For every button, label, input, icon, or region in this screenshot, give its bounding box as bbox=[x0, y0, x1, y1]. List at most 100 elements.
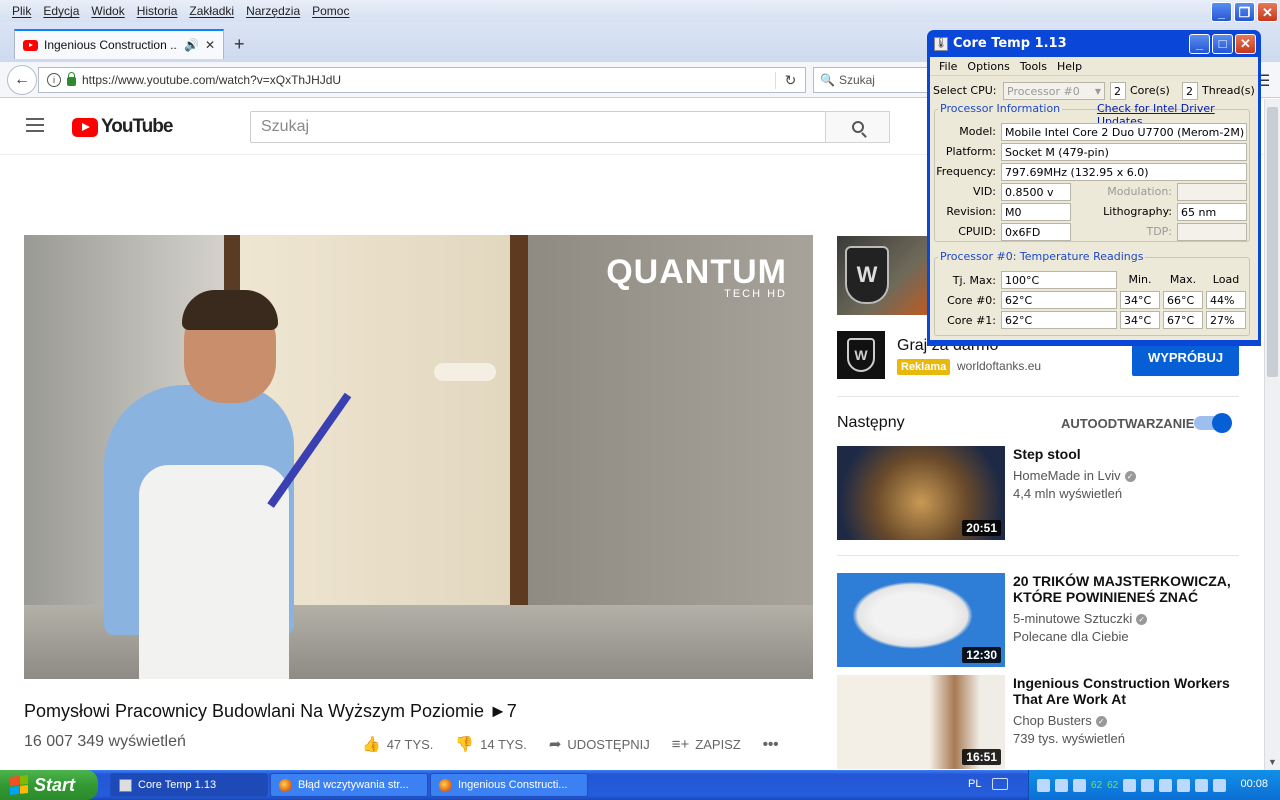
taskbar: Start Core Temp 1.13 Błąd wczytywania st… bbox=[0, 770, 1280, 800]
language-indicator[interactable]: PL bbox=[968, 778, 981, 790]
minimize-button[interactable]: _ bbox=[1211, 2, 1232, 22]
save-label: ZAPISZ bbox=[695, 736, 741, 752]
autoplay-toggle[interactable] bbox=[1194, 413, 1232, 433]
browser-tab-youtube[interactable]: Ingenious Construction ... 🔊 ✕ bbox=[14, 29, 224, 59]
coretemp-titlebar[interactable]: 🌡 Core Temp 1.13 _ □ ✕ bbox=[930, 30, 1258, 57]
reload-icon[interactable]: ↻ bbox=[775, 71, 805, 89]
display-icon[interactable] bbox=[1073, 778, 1086, 792]
dislike-count: 14 TYS. bbox=[480, 736, 527, 752]
save-button[interactable]: ≡+ ZAPISZ bbox=[672, 736, 741, 753]
thumbs-down-icon: 👎 bbox=[455, 736, 475, 753]
menu-pomoc[interactable]: Pomoc bbox=[306, 4, 355, 18]
recommendation-thumbnail[interactable]: 20:51 bbox=[837, 446, 1005, 540]
url-text[interactable]: https://www.youtube.com/watch?v=xQxThJHJ… bbox=[82, 73, 769, 87]
recommendation-title[interactable]: Step stool bbox=[1013, 446, 1233, 462]
menu-plik[interactable]: Plik bbox=[6, 4, 37, 18]
video-player[interactable]: QUANTUM TECH HD bbox=[24, 235, 813, 679]
youtube-search-input[interactable]: Szukaj bbox=[250, 111, 826, 143]
security-icon[interactable] bbox=[1055, 778, 1068, 792]
cpuid-label: CPUID: bbox=[958, 225, 996, 238]
recommendation-channel: 5-minutowe Sztuczki ✓ bbox=[1013, 611, 1148, 626]
url-bar[interactable]: i https://www.youtube.com/watch?v=xQxThJ… bbox=[38, 67, 806, 93]
taskbar-item-firefox-error[interactable]: Błąd wczytywania str... bbox=[270, 773, 428, 797]
system-tray: 62 62 00:08 bbox=[1028, 770, 1280, 800]
vid-value: 0.8500 v bbox=[1001, 183, 1071, 201]
like-button[interactable]: 👍 47 TYS. bbox=[362, 735, 433, 753]
volume-icon[interactable] bbox=[1195, 778, 1209, 792]
recommendation-thumbnail[interactable]: 12:30 bbox=[837, 573, 1005, 667]
wifi-icon[interactable] bbox=[1177, 778, 1191, 792]
close-button[interactable]: ✕ bbox=[1257, 2, 1278, 22]
menu-narzedzia[interactable]: Narzędzia bbox=[240, 4, 306, 18]
processor-select[interactable]: Processor #0 ▼ bbox=[1003, 82, 1105, 100]
ad-thumbnail[interactable]: W bbox=[837, 236, 932, 315]
keyboard-icon[interactable] bbox=[992, 778, 1008, 790]
page-scrollbar[interactable]: ▼ bbox=[1264, 99, 1280, 770]
scrollbar-thumb[interactable] bbox=[1267, 107, 1278, 377]
network-icon[interactable] bbox=[1037, 778, 1050, 792]
menu-zakladki[interactable]: Zakładki bbox=[183, 4, 240, 18]
share-button[interactable]: ➦ UDOSTĘPNIJ bbox=[549, 735, 650, 753]
tjmax-label: Tj. Max: bbox=[952, 274, 996, 287]
tanks-logo-icon: W bbox=[847, 338, 875, 372]
bluetooth-icon[interactable] bbox=[1159, 778, 1173, 792]
platform-label: Platform: bbox=[945, 145, 996, 158]
youtube-search-button[interactable] bbox=[825, 111, 890, 143]
recommendation-item[interactable]: 12:30 20 TRIKÓW MAJSTERKOWICZA, KTÓRE PO… bbox=[837, 573, 1239, 667]
scroll-down-icon[interactable]: ▼ bbox=[1268, 757, 1277, 767]
threads-label: Thread(s) bbox=[1202, 84, 1255, 97]
recommendation-title[interactable]: Ingenious Construction Workers That Are … bbox=[1013, 675, 1233, 707]
playlist-add-icon: ≡+ bbox=[671, 735, 690, 753]
start-button[interactable]: Start bbox=[0, 770, 98, 800]
menu-edycja[interactable]: Edycja bbox=[37, 4, 85, 18]
coretemp-menu-file[interactable]: File bbox=[934, 60, 962, 73]
coretemp-close-button[interactable]: ✕ bbox=[1235, 33, 1256, 54]
tray-temp-core1[interactable]: 62 bbox=[1107, 780, 1118, 791]
coretemp-menu-help[interactable]: Help bbox=[1052, 60, 1087, 73]
youtube-play-icon bbox=[72, 117, 98, 137]
tray-temp-core0[interactable]: 62 bbox=[1091, 780, 1102, 791]
more-actions-button[interactable]: ••• bbox=[763, 736, 779, 753]
sidebar-divider bbox=[837, 396, 1239, 397]
menu-widok[interactable]: Widok bbox=[85, 4, 130, 18]
speaker-icon[interactable]: 🔊 bbox=[184, 38, 199, 52]
restore-button[interactable]: ❐ bbox=[1234, 2, 1255, 22]
clock[interactable]: 00:08 bbox=[1240, 778, 1268, 790]
menu-historia[interactable]: Historia bbox=[131, 4, 184, 18]
paint-roller bbox=[434, 363, 496, 381]
vid-label: VID: bbox=[973, 185, 996, 198]
coretemp-body: File Options Tools Help Select CPU: Proc… bbox=[930, 57, 1258, 340]
coretemp-minimize-button[interactable]: _ bbox=[1189, 33, 1210, 54]
new-tab-icon[interactable]: + bbox=[234, 34, 245, 55]
view-count: 16 007 349 wyświetleń bbox=[24, 733, 186, 750]
coretemp-menu-tools[interactable]: Tools bbox=[1015, 60, 1052, 73]
recommendation-title[interactable]: 20 TRIKÓW MAJSTERKOWICZA, KTÓRE POWINIEN… bbox=[1013, 573, 1233, 605]
recommendation-thumbnail[interactable]: 16:51 bbox=[837, 675, 1005, 769]
usb-icon[interactable] bbox=[1141, 778, 1155, 792]
dislike-button[interactable]: 👎 14 TYS. bbox=[455, 735, 526, 753]
battery-icon[interactable] bbox=[1213, 778, 1227, 792]
like-count: 47 TYS. bbox=[386, 736, 434, 752]
video-watermark: QUANTUM TECH HD bbox=[606, 253, 787, 300]
youtube-logo[interactable]: YouTube bbox=[72, 116, 173, 138]
coretemp-window-controls: _ □ ✕ bbox=[1189, 33, 1256, 54]
recommendation-item[interactable]: 16:51 Ingenious Construction Workers Tha… bbox=[837, 675, 1239, 769]
recommendation-item[interactable]: 20:51 Step stool HomeMade in Lviv ✓ 4,4 m… bbox=[837, 446, 1239, 540]
more-horiz-icon: ••• bbox=[762, 735, 779, 753]
ad-channel-logo[interactable]: W bbox=[837, 331, 885, 379]
youtube-search-placeholder: Szukaj bbox=[261, 118, 310, 135]
cpuid-value: 0x6FD bbox=[1001, 223, 1071, 241]
youtube-menu-icon[interactable] bbox=[26, 118, 44, 132]
shield-icon[interactable] bbox=[1123, 778, 1137, 792]
taskbar-item-coretemp[interactable]: Core Temp 1.13 bbox=[110, 773, 268, 797]
browser-menubar: Plik Edycja Widok Historia Zakładki Narz… bbox=[0, 0, 1280, 22]
tab-close-icon[interactable]: ✕ bbox=[205, 38, 215, 52]
col-max: Max. bbox=[1169, 273, 1197, 286]
coretemp-maximize-button[interactable]: □ bbox=[1212, 33, 1233, 54]
lock-icon[interactable] bbox=[67, 72, 76, 86]
back-button[interactable]: ← bbox=[7, 65, 37, 95]
info-icon[interactable]: i bbox=[47, 73, 61, 87]
coretemp-menu-options[interactable]: Options bbox=[962, 60, 1014, 73]
taskbar-item-firefox-youtube[interactable]: Ingenious Constructi... bbox=[430, 773, 588, 797]
core0-load: 44% bbox=[1206, 291, 1246, 309]
